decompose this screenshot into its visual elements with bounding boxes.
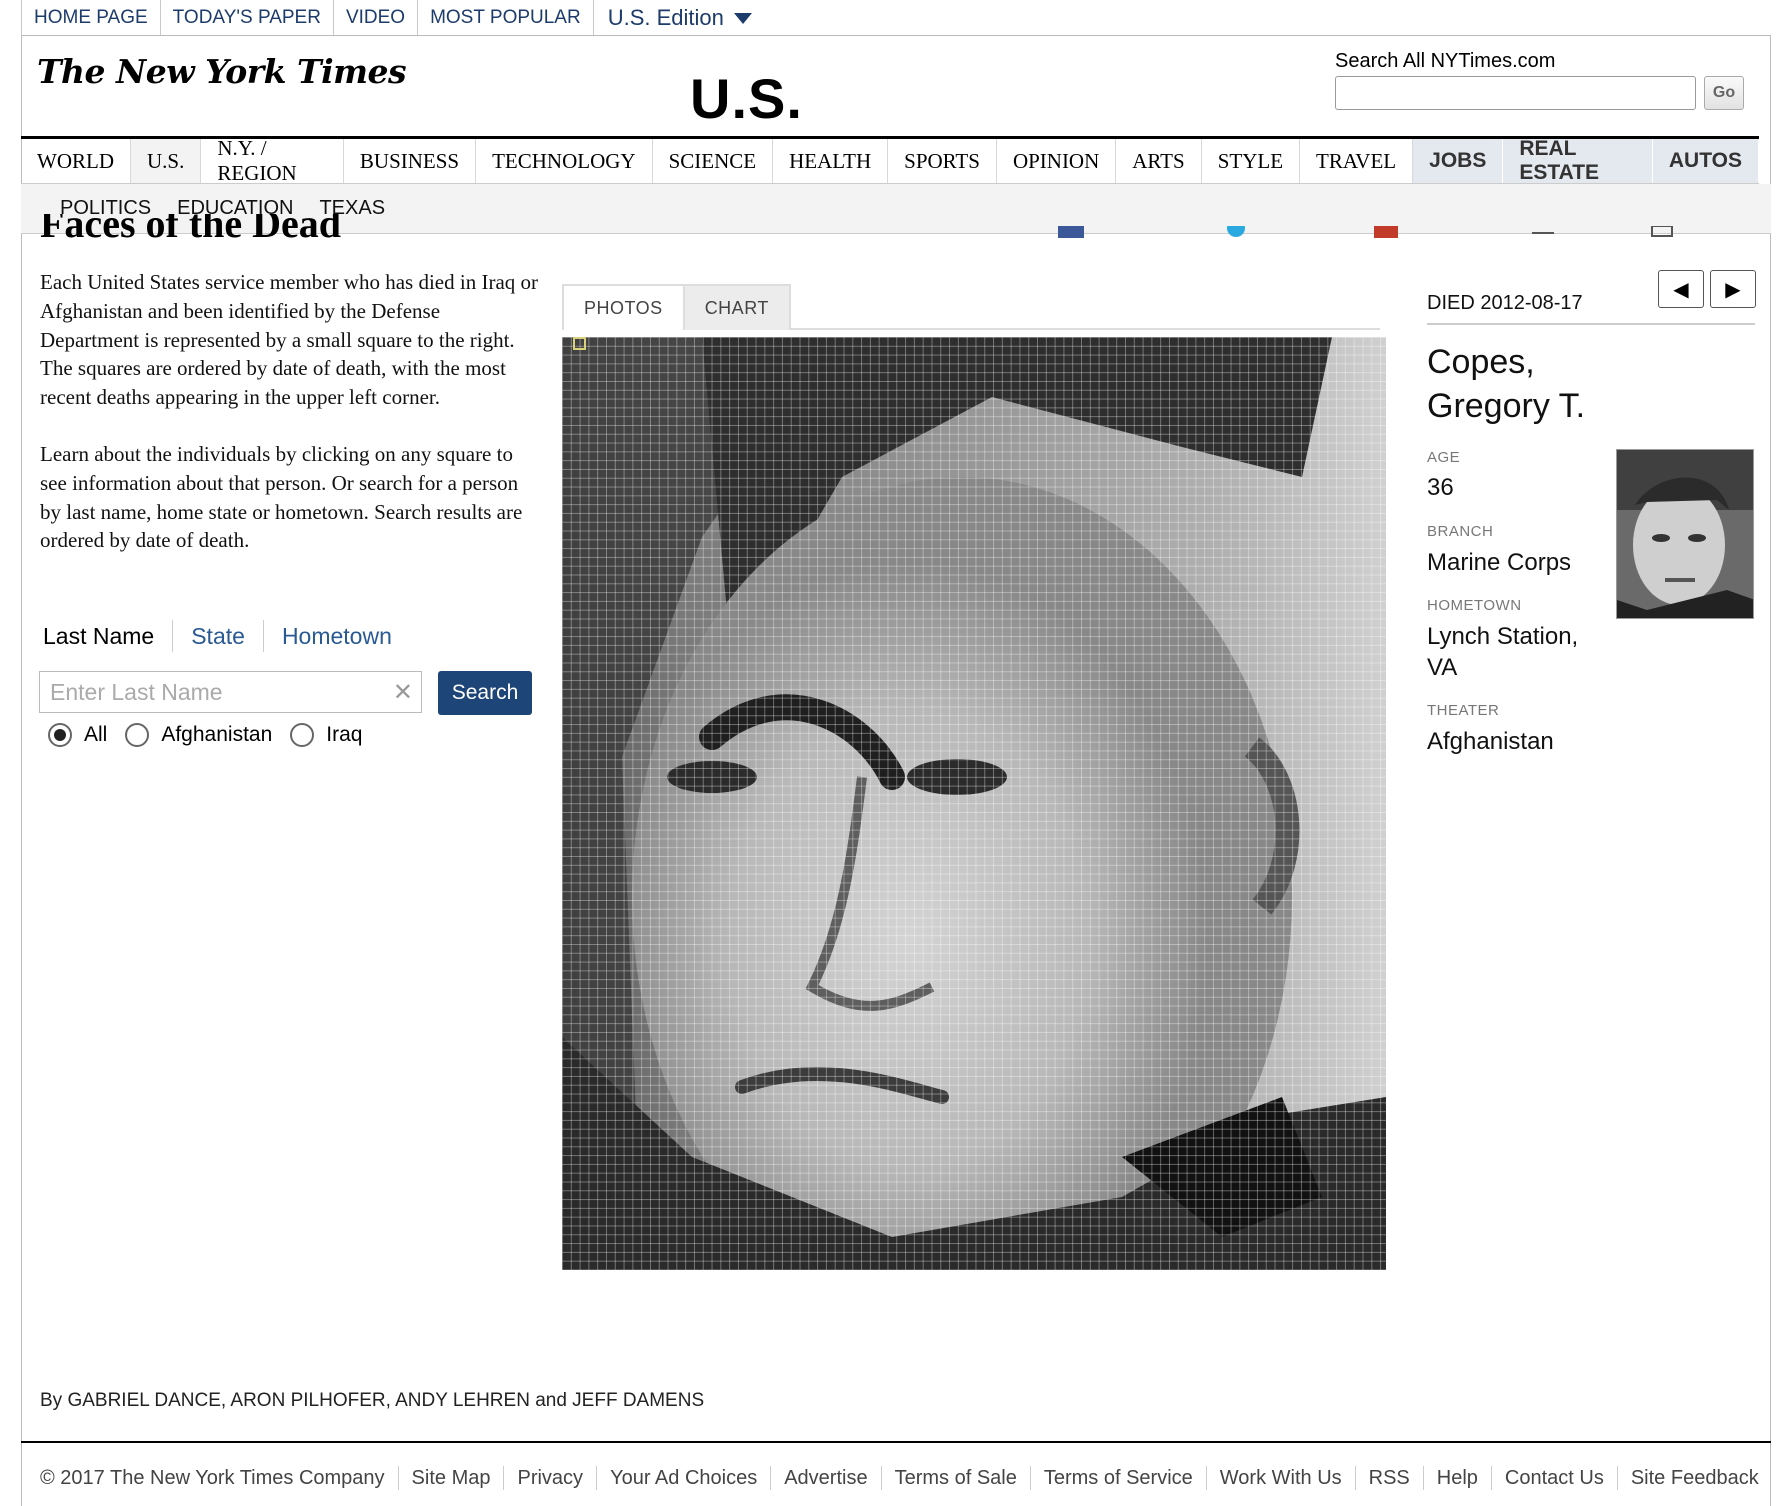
- person-name: Copes, Gregory T.: [1427, 340, 1585, 428]
- edition-selector[interactable]: U.S. Edition: [594, 0, 766, 36]
- utility-bar: HOME PAGE TODAY'S PAPER VIDEO MOST POPUL…: [21, 0, 766, 36]
- tab-chart[interactable]: CHART: [684, 284, 791, 330]
- footer-work-with-us[interactable]: Work With Us: [1205, 1466, 1355, 1490]
- age-label: AGE: [1427, 449, 1461, 466]
- footer-advertise[interactable]: Advertise: [770, 1466, 880, 1490]
- faces-mosaic[interactable]: [562, 337, 1386, 1270]
- person-last-name: Copes,: [1427, 343, 1535, 381]
- hometown-value: Lynch Station, VA: [1427, 621, 1578, 683]
- nav-science[interactable]: SCIENCE: [653, 139, 774, 183]
- portrait-image: [1617, 450, 1753, 618]
- nav-arts[interactable]: ARTS: [1116, 139, 1202, 183]
- radio-all-label: All: [84, 723, 108, 746]
- todays-paper-link[interactable]: TODAY'S PAPER: [160, 0, 334, 36]
- radio-all[interactable]: [48, 723, 72, 747]
- intro-text: Each United States service member who ha…: [40, 268, 540, 555]
- share-tools: [1058, 226, 1554, 238]
- footer-divider: [21, 1441, 1771, 1443]
- email-icon[interactable]: [1532, 232, 1554, 234]
- footer-help[interactable]: Help: [1422, 1466, 1491, 1490]
- last-name-input[interactable]: [40, 672, 370, 712]
- facebook-icon[interactable]: [1058, 226, 1084, 238]
- twitter-icon[interactable]: [1227, 226, 1245, 237]
- section-nav: WORLD U.S. N.Y. / REGION BUSINESS TECHNO…: [21, 136, 1759, 185]
- footer-terms-of-service[interactable]: Terms of Service: [1029, 1466, 1206, 1490]
- mosaic-grid: [562, 337, 1386, 1270]
- person-photo: [1616, 449, 1754, 619]
- theater-label: THEATER: [1427, 702, 1500, 719]
- footer-privacy[interactable]: Privacy: [503, 1466, 596, 1490]
- nav-autos[interactable]: AUTOS: [1652, 139, 1759, 183]
- branch-value: Marine Corps: [1427, 549, 1572, 576]
- radio-afghanistan[interactable]: [125, 723, 150, 747]
- branch-label: BRANCH: [1427, 523, 1494, 540]
- nav-health[interactable]: HEALTH: [773, 139, 889, 183]
- intro-paragraph: Each United States service member who ha…: [40, 270, 539, 410]
- footer-rss[interactable]: RSS: [1354, 1466, 1423, 1490]
- section-title: U.S.: [690, 67, 803, 130]
- clear-icon[interactable]: ✕: [393, 678, 413, 707]
- byline: By GABRIEL DANCE, ARON PILHOFER, ANDY LE…: [40, 1390, 705, 1411]
- theater-value: Afghanistan: [1427, 728, 1554, 755]
- nav-real-estate[interactable]: REAL ESTATE: [1503, 137, 1653, 184]
- site-search-input[interactable]: [1335, 76, 1696, 110]
- footer-site-map[interactable]: Site Map: [397, 1466, 504, 1490]
- last-name-field: ✕: [39, 671, 422, 713]
- nav-travel[interactable]: TRAVEL: [1300, 139, 1414, 183]
- selected-square-marker[interactable]: [573, 337, 587, 351]
- nav-world[interactable]: WORLD: [21, 139, 131, 183]
- nav-opinion[interactable]: OPINION: [997, 139, 1117, 183]
- tab-hometown[interactable]: Hometown: [282, 620, 410, 652]
- footer-contact-us[interactable]: Contact Us: [1490, 1466, 1617, 1490]
- home-page-link[interactable]: HOME PAGE: [21, 0, 161, 36]
- nav-style[interactable]: STYLE: [1202, 139, 1301, 183]
- nav-us[interactable]: U.S.: [131, 139, 202, 183]
- footer-ad-choices[interactable]: Your Ad Choices: [596, 1466, 770, 1490]
- site-search-go-button[interactable]: Go: [1704, 76, 1744, 110]
- nav-sports[interactable]: SPORTS: [888, 139, 997, 183]
- age-value: 36: [1427, 474, 1454, 501]
- google-plus-icon[interactable]: [1374, 226, 1398, 238]
- footer-site-feedback[interactable]: Site Feedback: [1616, 1466, 1772, 1490]
- radio-iraq[interactable]: [290, 723, 315, 747]
- print-icon[interactable]: [1651, 226, 1673, 237]
- footer-terms-of-sale[interactable]: Terms of Sale: [880, 1466, 1030, 1490]
- nav-technology[interactable]: TECHNOLOGY: [476, 139, 653, 183]
- nav-ny-region[interactable]: N.Y. / REGION: [201, 136, 344, 185]
- intro-paragraph: Learn about the individuals by clicking …: [40, 441, 523, 553]
- hometown-label: HOMETOWN: [1427, 597, 1522, 614]
- share-tools-extra: [1651, 226, 1673, 237]
- hometown-state: VA: [1427, 654, 1458, 681]
- copyright: © 2017 The New York Times Company: [40, 1467, 385, 1489]
- nav-business[interactable]: BUSINESS: [344, 139, 477, 183]
- person-first-name: Gregory T.: [1427, 387, 1586, 425]
- radio-afghanistan-label: Afghanistan: [161, 723, 273, 746]
- page-title: Faces of the Dead: [40, 214, 342, 246]
- nyt-logo[interactable]: The New York Times: [37, 52, 407, 91]
- edition-label: U.S. Edition: [607, 5, 724, 30]
- search-button[interactable]: Search: [438, 671, 532, 715]
- viewer-tabs: PHOTOS CHART: [562, 284, 1380, 330]
- theater-filter: All Afghanistan Iraq: [48, 723, 380, 747]
- search-mode-tabs: Last Name State Hometown: [43, 620, 428, 652]
- video-link[interactable]: VIDEO: [333, 0, 419, 36]
- footer-links: © 2017 The New York Times Company Site M…: [40, 1466, 1772, 1490]
- nav-jobs[interactable]: JOBS: [1413, 139, 1504, 183]
- site-search-label: Search All NYTimes.com: [1335, 50, 1556, 72]
- radio-iraq-label: Iraq: [326, 723, 363, 746]
- tab-state[interactable]: State: [191, 620, 264, 652]
- chevron-down-icon: [733, 12, 752, 24]
- hometown-city: Lynch Station,: [1427, 623, 1579, 650]
- tab-last-name[interactable]: Last Name: [43, 620, 174, 652]
- most-popular-link[interactable]: MOST POPULAR: [418, 0, 594, 36]
- date-of-death: DIED 2012-08-17: [1427, 292, 1755, 325]
- tab-photos[interactable]: PHOTOS: [562, 284, 685, 330]
